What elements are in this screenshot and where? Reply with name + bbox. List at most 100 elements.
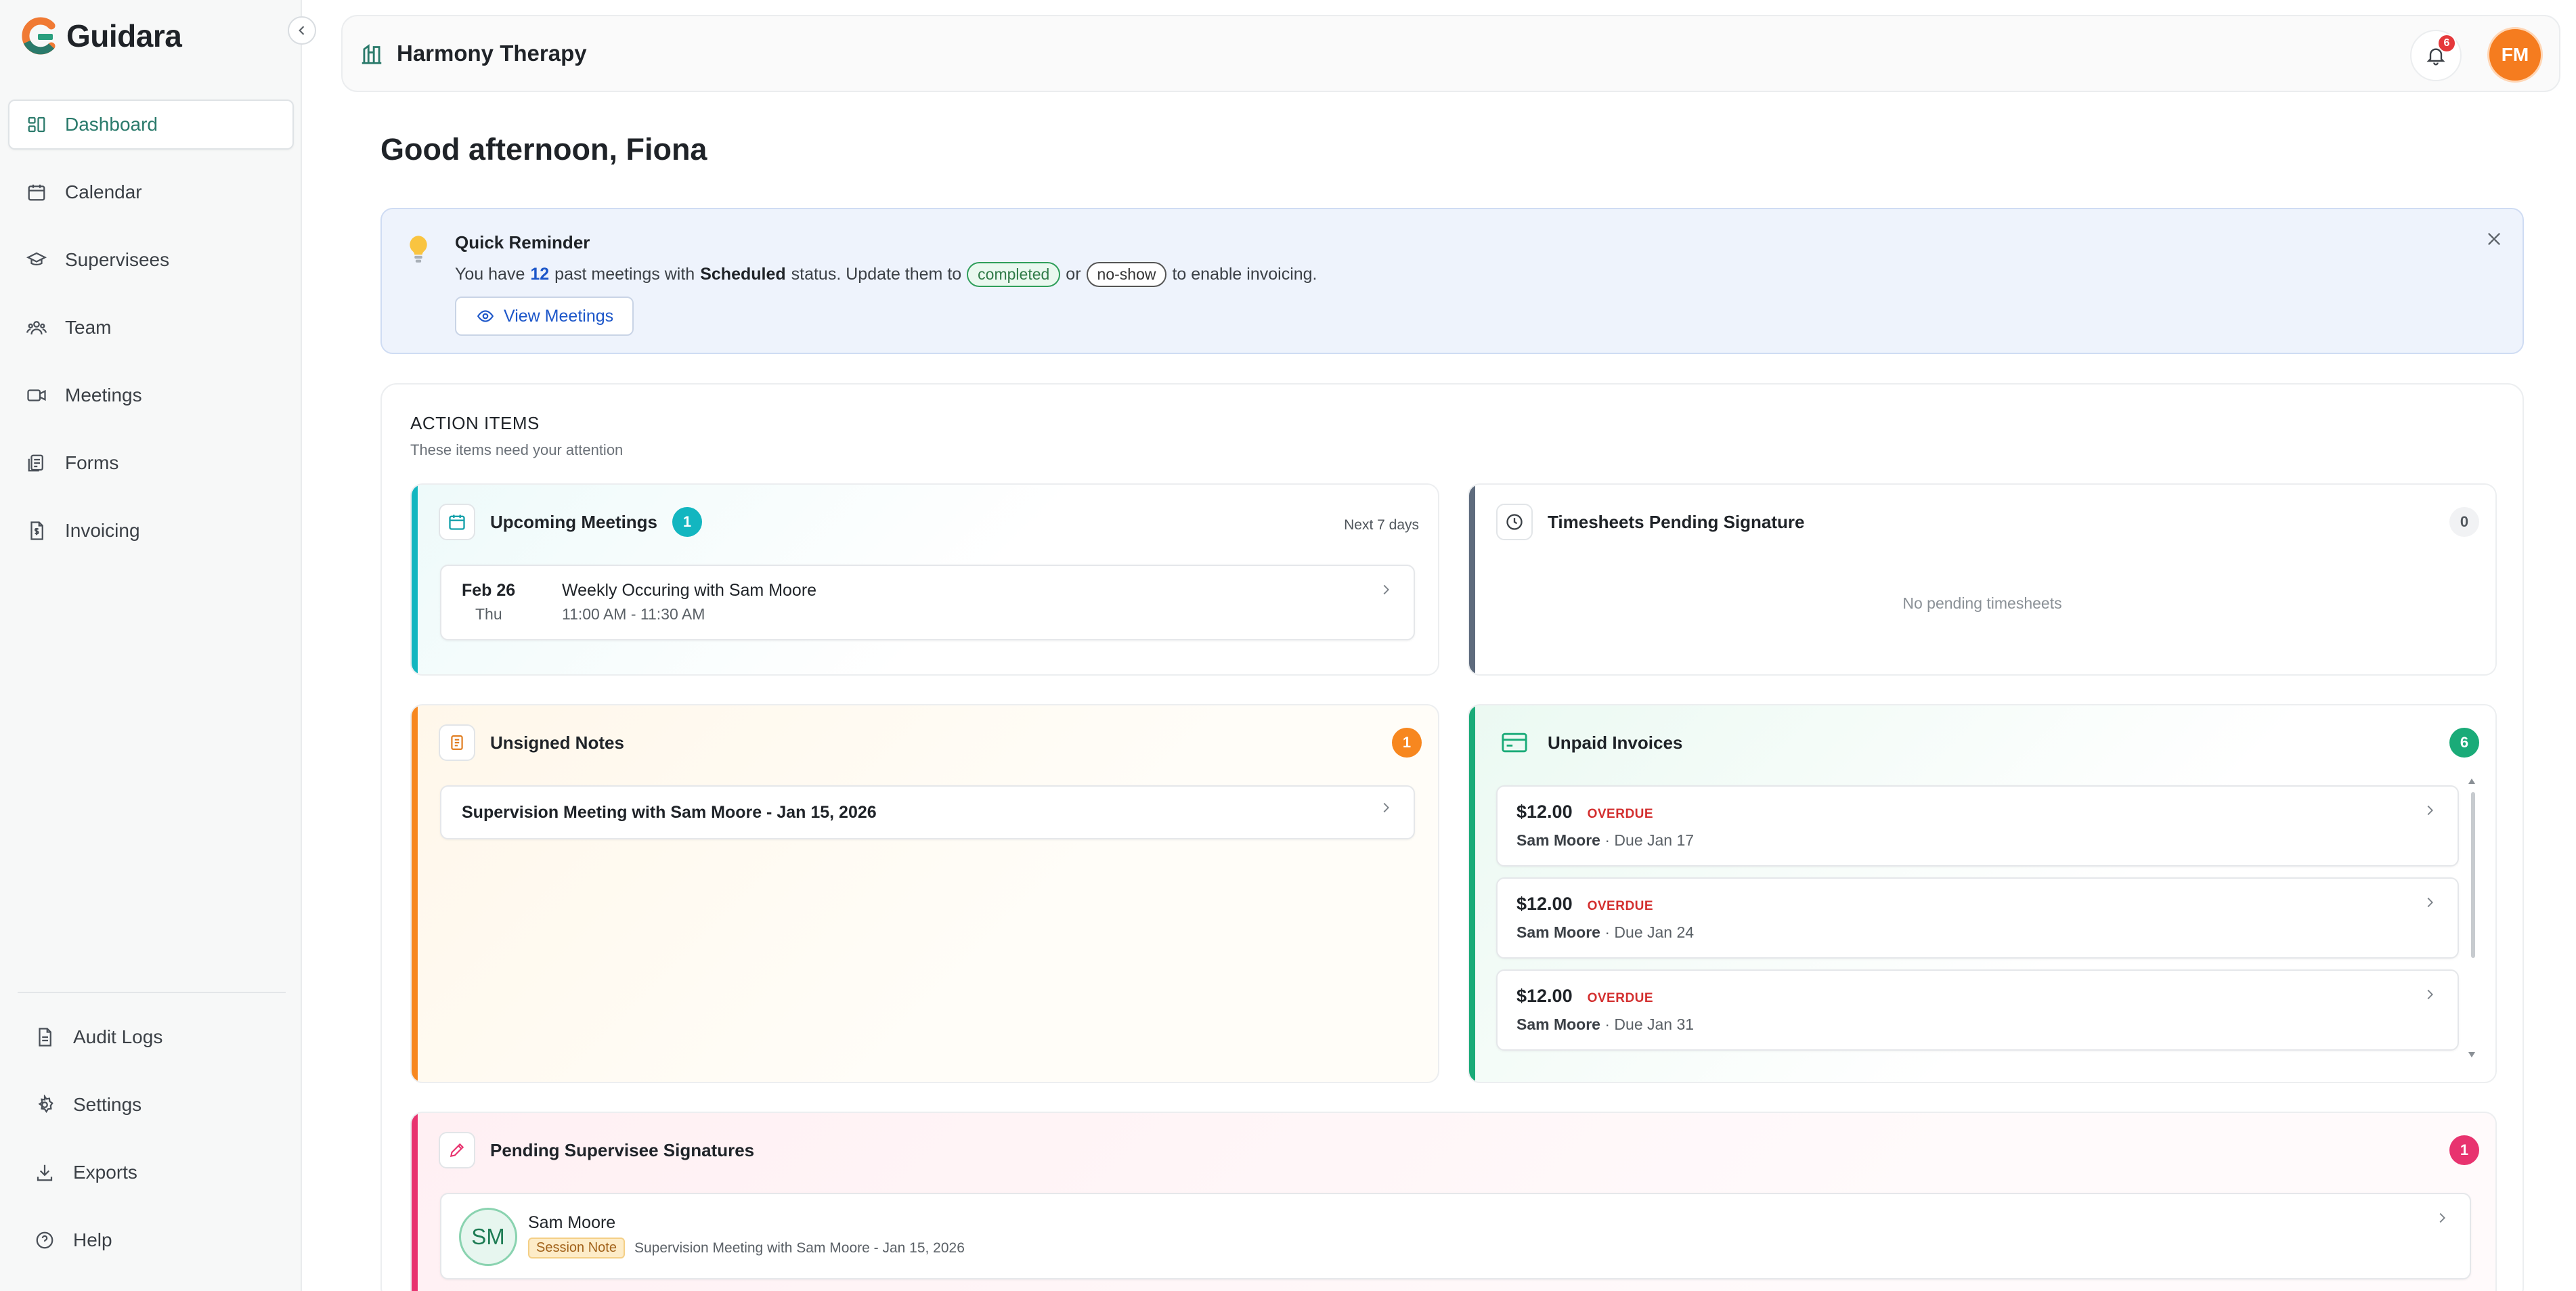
close-icon[interactable] (2485, 229, 2504, 248)
invoice-client: Sam Moore (1516, 923, 1600, 941)
card-header: Unsigned Notes (439, 724, 624, 761)
help-icon (34, 1229, 56, 1251)
timesheets-title: Timesheets Pending Signature (1548, 511, 1805, 532)
reminder-title: Quick Reminder (455, 232, 590, 253)
video-icon (26, 385, 47, 406)
sidebar-item-label: Help (73, 1229, 112, 1250)
pending-signatures-title: Pending Supervisee Signatures (490, 1139, 755, 1160)
sidebar-item-invoicing[interactable]: Invoicing (8, 506, 294, 556)
sidebar-item-label: Dashboard (65, 114, 158, 135)
sidebar-item-supervisees[interactable]: Supervisees (8, 235, 294, 285)
card-header: Timesheets Pending Signature (1496, 504, 1805, 540)
sidebar-item-help[interactable]: Help (18, 1215, 294, 1265)
scroll-up-arrow-icon[interactable] (2468, 779, 2475, 784)
reminder-text-4: to enable invoicing. (1172, 265, 1317, 284)
scroll-down-arrow-icon[interactable] (2468, 1052, 2475, 1057)
sidebar-item-dashboard[interactable]: Dashboard (8, 100, 294, 150)
secondary-nav: Audit Logs Settings Exports Help (18, 1012, 294, 1283)
invoice-row[interactable]: $12.00 OVERDUE Sam Moore · Due Jan 17 (1496, 785, 2459, 867)
invoice-row[interactable]: $12.00 OVERDUE Sam Moore · Due Jan 24 (1496, 877, 2459, 959)
action-items-subtitle: These items need your attention (410, 441, 624, 458)
supervisee-name: Sam Moore (528, 1213, 616, 1232)
signatures-count-badge: 1 (2449, 1135, 2479, 1165)
card-header: Pending Supervisee Signatures (439, 1132, 754, 1168)
scheduled-status: Scheduled (700, 265, 786, 284)
view-meetings-button[interactable]: View Meetings (455, 297, 634, 336)
reminder-text-2: past meetings with (554, 265, 695, 284)
user-avatar[interactable]: FM (2487, 27, 2543, 83)
calendar-icon (26, 181, 47, 203)
invoice-client: Sam Moore (1516, 831, 1600, 849)
sidebar-item-calendar[interactable]: Calendar (8, 167, 294, 217)
no-show-pill: no-show (1086, 262, 1167, 287)
chevron-right-icon (2422, 987, 2437, 1002)
notification-count-badge: 6 (2437, 34, 2456, 53)
audit-log-icon (34, 1026, 56, 1048)
card-accent-bar (1469, 485, 1475, 674)
invoice-due: · Due Jan 24 (1604, 923, 1695, 941)
gear-icon (34, 1094, 56, 1116)
card-header: Upcoming Meetings 1 (439, 504, 703, 540)
chevron-right-icon (1378, 582, 1393, 597)
invoice-client: Sam Moore (1516, 1015, 1600, 1033)
overdue-badge: OVERDUE (1587, 899, 1654, 913)
credit-card-icon (1496, 724, 1533, 761)
card-accent-bar (412, 705, 418, 1082)
invoice-row[interactable]: $12.00 OVERDUE Sam Moore · Due Jan 31 (1496, 969, 2459, 1051)
chevron-right-icon (2435, 1210, 2449, 1225)
action-items-panel: ACTION ITEMS These items need your atten… (380, 383, 2524, 1291)
sidebar-item-forms[interactable]: Forms (8, 438, 294, 488)
collapse-sidebar-button[interactable] (288, 16, 316, 45)
card-accent-bar (412, 1113, 418, 1291)
empty-state: No pending timesheets (1902, 594, 2062, 612)
upcoming-meetings-card: Upcoming Meetings 1 Next 7 days Feb 26 T… (410, 483, 1439, 676)
app-name: Guidara (66, 18, 182, 53)
main-nav: Dashboard Calendar Supervisees Team Meet… (8, 100, 294, 573)
sidebar-item-team[interactable]: Team (8, 303, 294, 353)
forms-icon (26, 452, 47, 474)
invoice-due: · Due Jan 31 (1604, 1015, 1695, 1033)
signature-row[interactable]: SM Sam Moore Session Note Supervision Me… (440, 1193, 2471, 1279)
past-meeting-count: 12 (530, 265, 550, 284)
card-header: Unpaid Invoices (1496, 724, 1682, 761)
top-bar: Harmony Therapy 6 FM (341, 15, 2560, 92)
sidebar-item-settings[interactable]: Settings (18, 1080, 294, 1130)
card-accent-bar (1469, 705, 1475, 1082)
brand[interactable]: Guidara (18, 16, 182, 56)
building-chart-icon (359, 41, 385, 66)
invoice-amount: $12.00 (1516, 894, 1573, 914)
invoice-amount-line: $12.00 OVERDUE (1516, 894, 1653, 915)
invoice-due: · Due Jan 17 (1604, 831, 1695, 849)
reminder-text-1: You have (455, 265, 525, 284)
meeting-day: Thu (475, 605, 502, 623)
signature-detail-line: Session Note Supervision Meeting with Sa… (528, 1238, 965, 1259)
sidebar-item-meetings[interactable]: Meetings (8, 370, 294, 420)
team-icon (26, 317, 47, 338)
unsigned-count-badge: 1 (1392, 728, 1422, 758)
guidara-logo-icon (18, 16, 57, 56)
signature-detail: Supervision Meeting with Sam Moore - Jan… (634, 1240, 965, 1256)
meeting-row[interactable]: Feb 26 Thu Weekly Occuring with Sam Moor… (440, 565, 1415, 640)
sidebar-item-exports[interactable]: Exports (18, 1147, 294, 1198)
sidebar-item-audit-logs[interactable]: Audit Logs (18, 1012, 294, 1062)
unpaid-invoices-title: Unpaid Invoices (1548, 732, 1683, 753)
sidebar-item-label: Invoicing (65, 520, 140, 541)
invoice-amount-line: $12.00 OVERDUE (1516, 802, 1653, 823)
invoice-client-line: Sam Moore · Due Jan 17 (1516, 831, 1694, 850)
page-greeting: Good afternoon, Fiona (380, 132, 707, 167)
sidebar-item-label: Audit Logs (73, 1026, 163, 1047)
sidebar-item-label: Exports (73, 1162, 137, 1183)
sidebar-item-label: Calendar (65, 181, 142, 202)
upcoming-meetings-title: Upcoming Meetings (490, 511, 658, 532)
org-switcher[interactable]: Harmony Therapy (359, 41, 587, 66)
dashboard-icon (26, 114, 47, 135)
note-row[interactable]: Supervision Meeting with Sam Moore - Jan… (440, 785, 1415, 839)
pen-icon (439, 1132, 475, 1168)
clock-icon (1496, 504, 1533, 540)
completed-pill: completed (967, 262, 1061, 287)
notifications-button[interactable]: 6 (2410, 30, 2462, 81)
scrollbar-thumb[interactable] (2471, 792, 2475, 958)
date-range-label: Next 7 days (1344, 517, 1419, 533)
calendar-icon (439, 504, 475, 540)
invoice-amount: $12.00 (1516, 802, 1573, 822)
